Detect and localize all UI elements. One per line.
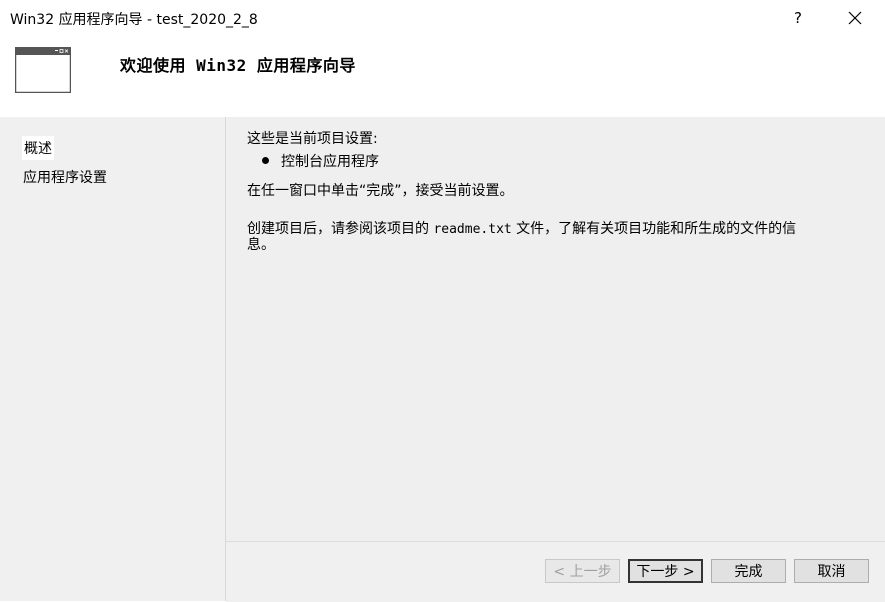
main-content: 这些是当前项目设置: 控制台应用程序 在任一窗口中单击“完成”，接受当前设置。 … [226,117,885,541]
window-app-icon [14,46,72,97]
settings-bullet-text: 控制台应用程序 [281,154,379,170]
readme-text-part2: 文件，了解有关项目功能和所生成的文件的信 [511,221,797,237]
sidebar: 概述 应用程序设置 [0,117,225,601]
window-title: Win32 应用程序向导 - test_2020_2_8 [10,12,258,28]
help-button[interactable]: ? [786,6,810,30]
title-bar: Win32 应用程序向导 - test_2020_2_8 ? [0,0,885,36]
wizard-footer: < 上一步 下一步 > 完成 取消 [226,541,885,602]
readme-file-name: readme.txt [433,222,512,237]
settings-intro: 这些是当前项目设置: [247,131,378,147]
sidebar-item-app-settings[interactable]: 应用程序设置 [21,165,109,189]
bullet-icon [262,157,269,164]
next-button[interactable]: 下一步 > [628,559,703,583]
close-button[interactable] [842,6,868,30]
readme-line-1: 创建项目后，请参阅该项目的 readme.txt 文件，了解有关项目功能和所生成… [247,218,796,238]
wizard-header: 欢迎使用 Win32 应用程序向导 [0,36,885,117]
finish-hint: 在任一窗口中单击“完成”，接受当前设置。 [247,183,514,199]
readme-line-2: 息。 [247,237,275,253]
wizard-title: 欢迎使用 Win32 应用程序向导 [120,56,356,75]
previous-button[interactable]: < 上一步 [545,559,620,583]
sidebar-item-overview[interactable]: 概述 [22,136,54,160]
close-icon [848,11,862,25]
cancel-button[interactable]: 取消 [794,559,869,583]
finish-button[interactable]: 完成 [711,559,786,583]
